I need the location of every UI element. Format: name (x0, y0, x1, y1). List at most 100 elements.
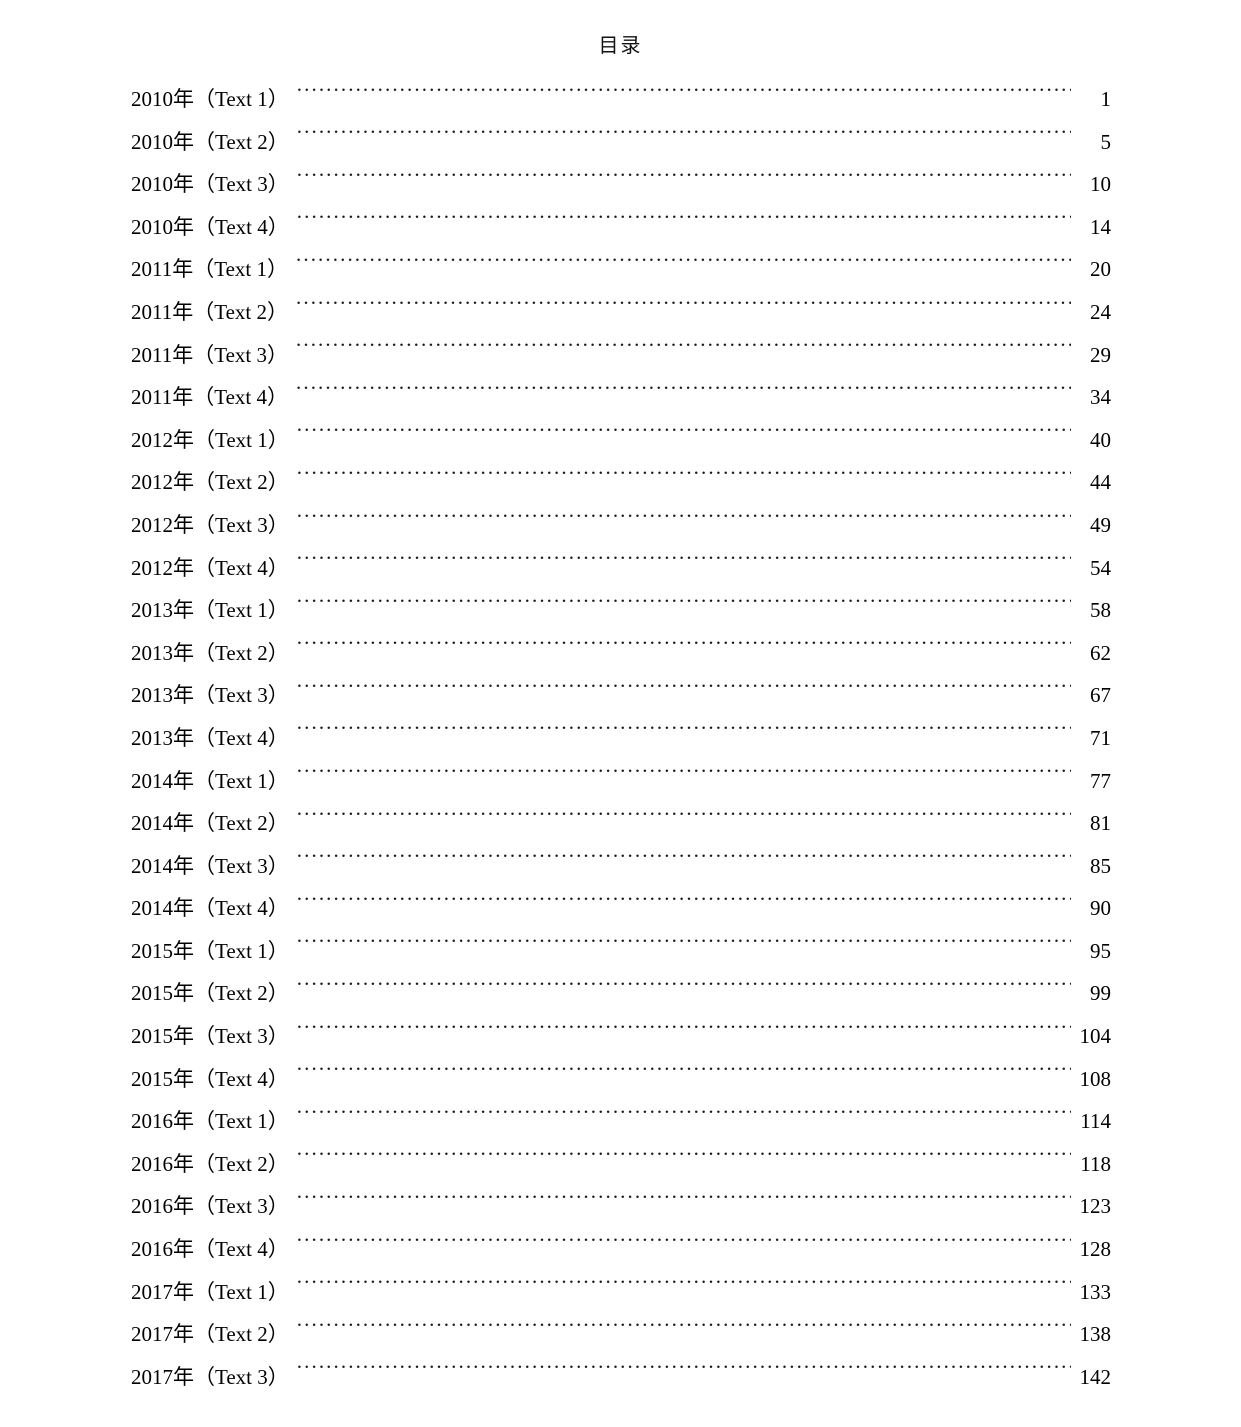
toc-dot-leader (297, 554, 1071, 575)
toc-entry[interactable]: 2013年（Text 2） 62 (131, 632, 1111, 675)
toc-list: 2010年（Text 1） 1 2010年（Text 2） 5 2010年（Text 3… (131, 78, 1111, 1398)
toc-dot-leader (297, 468, 1071, 489)
toc-entry-label: 2015年（Text 1） (131, 938, 289, 963)
toc-entry[interactable]: 2012年（Text 1） 40 (131, 419, 1111, 462)
toc-entry-label: 2016年（Text 2） (131, 1151, 289, 1176)
toc-entry-page-number: 10 (1090, 172, 1111, 197)
toc-dot-leader (297, 85, 1071, 106)
toc-entry-page-number: 54 (1090, 555, 1111, 580)
toc-entry-page-number: 128 (1079, 1237, 1112, 1262)
toc-entry-label: 2012年（Text 1） (131, 427, 289, 452)
toc-entry-label: 2012年（Text 3） (131, 512, 289, 537)
toc-entry-page-number: 114 (1080, 1109, 1111, 1134)
toc-entry[interactable]: 2014年（Text 3） 85 (131, 845, 1111, 888)
toc-entry-page-number: 95 (1090, 938, 1111, 963)
toc-dot-leader (297, 937, 1071, 958)
toc-dot-leader (296, 341, 1071, 362)
toc-dot-leader (297, 852, 1071, 873)
toc-entry-label: 2016年（Text 4） (131, 1237, 289, 1262)
toc-dot-leader (297, 511, 1071, 532)
toc-entry-page-number: 49 (1090, 512, 1111, 537)
toc-entry[interactable]: 2010年（Text 3） 10 (131, 163, 1111, 206)
toc-entry-page-number: 62 (1090, 640, 1111, 665)
toc-entry-page-number: 85 (1090, 853, 1111, 878)
toc-entry[interactable]: 2010年（Text 2） 5 (131, 121, 1111, 164)
toc-entry-label: 2014年（Text 4） (131, 896, 289, 921)
toc-entry-label: 2010年（Text 4） (131, 214, 289, 239)
toc-entry-label: 2013年（Text 3） (131, 683, 289, 708)
toc-entry[interactable]: 2016年（Text 4） 128 (131, 1228, 1111, 1271)
toc-entry[interactable]: 2017年（Text 3） 142 (131, 1356, 1111, 1399)
toc-entry-label: 2014年（Text 3） (131, 853, 289, 878)
toc-entry[interactable]: 2017年（Text 2） 138 (131, 1313, 1111, 1356)
toc-entry[interactable]: 2015年（Text 3） 104 (131, 1015, 1111, 1058)
toc-entry[interactable]: 2011年（Text 2） 24 (131, 291, 1111, 334)
toc-entry[interactable]: 2013年（Text 4） 71 (131, 717, 1111, 760)
toc-entry[interactable]: 2017年（Text 1） 133 (131, 1271, 1111, 1314)
toc-entry-page-number: 99 (1090, 981, 1111, 1006)
toc-entry-label: 2014年（Text 2） (131, 811, 289, 836)
toc-entry[interactable]: 2012年（Text 4） 54 (131, 547, 1111, 590)
toc-dot-leader (297, 1320, 1071, 1341)
toc-entry-page-number: 20 (1090, 257, 1111, 282)
toc-dot-leader (297, 767, 1071, 788)
toc-entry[interactable]: 2011年（Text 4） 34 (131, 376, 1111, 419)
toc-entry-page-number: 71 (1090, 725, 1111, 750)
toc-entry-page-number: 40 (1090, 427, 1111, 452)
toc-entry-page-number: 34 (1090, 385, 1111, 410)
toc-entry-label: 2017年（Text 3） (131, 1364, 289, 1389)
toc-dot-leader (297, 596, 1071, 617)
toc-entry[interactable]: 2012年（Text 3） 49 (131, 504, 1111, 547)
toc-entry-page-number: 108 (1079, 1066, 1112, 1091)
toc-entry[interactable]: 2015年（Text 1） 95 (131, 930, 1111, 973)
toc-dot-leader (297, 894, 1071, 915)
toc-entry-page-number: 118 (1080, 1151, 1111, 1176)
toc-entry[interactable]: 2016年（Text 3） 123 (131, 1185, 1111, 1228)
document-page: 目录 2010年（Text 1）12010年（Text 2）52010年（Tex… (0, 0, 1241, 1427)
toc-entry-label: 2017年（Text 1） (131, 1279, 289, 1304)
toc-entry-label: 2010年（Text 1） (131, 87, 289, 111)
toc-dot-leader (297, 809, 1071, 830)
toc-entry[interactable]: 2014年（Text 2） 81 (131, 802, 1111, 845)
toc-entry-page-number: 90 (1090, 896, 1111, 921)
toc-entry-label: 2017年（Text 2） (131, 1322, 289, 1347)
toc-entry[interactable]: 2016年（Text 1） 114 (131, 1100, 1111, 1143)
toc-entry-label: 2010年（Text 3） (131, 172, 289, 197)
toc-entry[interactable]: 2015年（Text 2） 99 (131, 972, 1111, 1015)
toc-entry-label: 2012年（Text 2） (131, 470, 289, 495)
toc-entry[interactable]: 2010年（Text 4） 14 (131, 206, 1111, 249)
toc-entry-label: 2012年（Text 4） (131, 555, 289, 580)
toc-entry-page-number: 29 (1090, 342, 1111, 367)
toc-entry[interactable]: 2013年（Text 1） 58 (131, 589, 1111, 632)
toc-entry-label: 2013年（Text 2） (131, 640, 289, 665)
toc-entry-label: 2015年（Text 3） (131, 1024, 289, 1049)
toc-entry[interactable]: 2012年（Text 2） 44 (131, 461, 1111, 504)
toc-entry[interactable]: 2013年（Text 3） 67 (131, 674, 1111, 717)
toc-entry[interactable]: 2015年（Text 4） 108 (131, 1058, 1111, 1101)
toc-entry-label: 2011年（Text 4） (131, 385, 288, 410)
toc-entry-page-number: 24 (1090, 299, 1111, 324)
toc-entry[interactable]: 2014年（Text 4） 90 (131, 887, 1111, 930)
toc-dot-leader (297, 1278, 1071, 1299)
toc-entry-page-number: 1 (1100, 87, 1112, 111)
toc-dot-leader (297, 1107, 1071, 1128)
toc-entry[interactable]: 2011年（Text 3） 29 (131, 334, 1111, 377)
toc-entry[interactable]: 2011年（Text 1） 20 (131, 248, 1111, 291)
toc-entry[interactable]: 2010年（Text 1） 1 (131, 78, 1111, 121)
toc-dot-leader (296, 383, 1071, 404)
toc-entry-label: 2013年（Text 4） (131, 725, 289, 750)
toc-dot-leader (297, 170, 1071, 191)
toc-entry[interactable]: 2016年（Text 2） 118 (131, 1143, 1111, 1186)
toc-dot-leader (297, 1363, 1071, 1384)
toc-dot-leader (297, 681, 1071, 702)
toc-dot-leader (296, 298, 1071, 319)
toc-dot-leader (297, 724, 1071, 745)
toc-dot-leader (297, 1150, 1071, 1171)
toc-entry-label: 2011年（Text 1） (131, 257, 288, 282)
toc-entry-label: 2010年（Text 2） (131, 129, 289, 154)
toc-entry[interactable]: 2014年（Text 1） 77 (131, 760, 1111, 803)
toc-entry-page-number: 123 (1079, 1194, 1112, 1219)
page-title: 目录 (598, 35, 643, 57)
toc-dot-leader (297, 128, 1071, 149)
toc-entry-label: 2011年（Text 3） (131, 342, 288, 367)
